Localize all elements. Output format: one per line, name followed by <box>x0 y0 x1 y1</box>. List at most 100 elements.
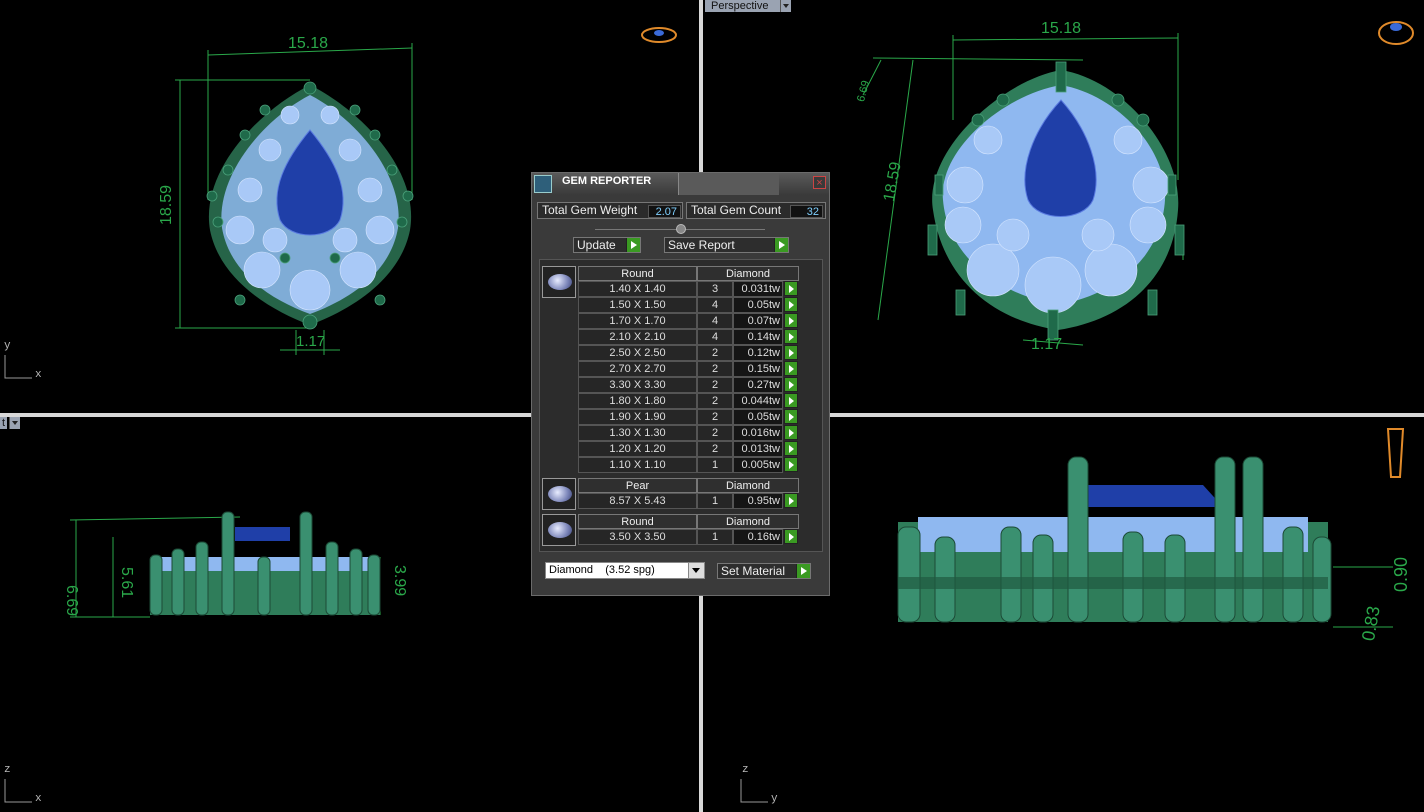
axis-label-x: x <box>35 369 42 381</box>
select-gems-play-icon[interactable] <box>784 329 798 344</box>
play-icon <box>796 564 810 578</box>
play-icon <box>626 238 640 252</box>
gem-reporter-title-bar[interactable]: GEM REPORTER × <box>532 173 829 195</box>
gem-material-header: Diamond <box>697 266 799 281</box>
gem-weight-cell: 0.12tw <box>733 345 783 361</box>
select-gems-play-icon[interactable] <box>784 361 798 376</box>
gem-count-cell: 2 <box>697 409 733 425</box>
play-icon <box>774 238 788 252</box>
gem-size-cell: 1.90 X 1.90 <box>578 409 697 425</box>
gem-size-cell: 1.80 X 1.80 <box>578 393 697 409</box>
dimension-small: 1.17 <box>1031 336 1063 353</box>
select-gems-play-icon[interactable] <box>784 425 798 440</box>
gem-weight-cell: 0.95tw <box>733 493 783 509</box>
gem-size-cell: 3.50 X 3.50 <box>578 529 697 545</box>
axis-label-z: z <box>742 764 749 776</box>
gem-size-cell: 1.10 X 1.10 <box>578 457 697 473</box>
select-gems-play-icon[interactable] <box>784 281 798 296</box>
select-gems-play-icon[interactable] <box>784 313 798 328</box>
set-material-button-label: Set Material <box>721 564 786 578</box>
gem-reporter-app-icon <box>534 175 552 193</box>
gem-size-cell: 1.40 X 1.40 <box>578 281 697 297</box>
gem-weight-cell: 0.16tw <box>733 529 783 545</box>
gem-size-cell: 1.50 X 1.50 <box>578 297 697 313</box>
gem-weight-cell: 0.15tw <box>733 361 783 377</box>
gem-count-cell: 2 <box>697 361 733 377</box>
gem-weight-cell: 0.016tw <box>733 425 783 441</box>
gem-count-cell: 4 <box>697 329 733 345</box>
gem-size-cell: 2.10 X 2.10 <box>578 329 697 345</box>
gem-weight-cell: 0.005tw <box>733 457 783 473</box>
total-gem-weight-value: 2.07 <box>648 205 681 218</box>
select-gems-play-icon[interactable] <box>784 393 798 408</box>
gem-weight-cell: 0.27tw <box>733 377 783 393</box>
gem-count-cell: 4 <box>697 313 733 329</box>
gem-reporter-panel: GEM REPORTER × Total Gem Weight 2.07 Tot… <box>531 172 830 596</box>
gem-shape-icon[interactable] <box>542 478 576 510</box>
gem-count-cell: 1 <box>697 529 733 545</box>
update-button-label: Update <box>577 238 616 252</box>
select-gems-play-icon[interactable] <box>784 377 798 392</box>
gem-count-cell: 1 <box>697 457 733 473</box>
gem-size-cell: 8.57 X 5.43 <box>578 493 697 509</box>
select-gems-play-icon[interactable] <box>784 493 798 508</box>
gem-shape-icon[interactable] <box>542 514 576 546</box>
gem-size-cell: 2.50 X 2.50 <box>578 345 697 361</box>
dimension-height: 18.59 <box>158 184 175 225</box>
close-icon[interactable]: × <box>813 176 826 189</box>
gem-size-cell: 2.70 X 2.70 <box>578 361 697 377</box>
chevron-down-icon[interactable] <box>688 563 704 578</box>
save-report-button[interactable]: Save Report <box>664 237 789 253</box>
gem-list[interactable]: Round Diamond 1.40 X 1.40 3 0.031tw 1.50 X 1.… <box>539 259 823 552</box>
material-select[interactable]: Diamond (3.52 spg) <box>545 562 705 579</box>
select-gems-play-icon[interactable] <box>784 457 798 472</box>
total-gem-count-label: Total Gem Count <box>691 203 782 217</box>
gem-size-cell: 1.20 X 1.20 <box>578 441 697 457</box>
dimension-gallery-height: 5.61 <box>118 567 135 599</box>
gem-count-cell: 3 <box>697 281 733 297</box>
dimension-width: 15.18 <box>1041 20 1082 37</box>
dimension-width: 15.18 <box>288 35 329 52</box>
dimension-top: 0.90 <box>1391 556 1411 592</box>
select-gems-play-icon[interactable] <box>784 441 798 456</box>
gem-size-cell: 3.30 X 3.30 <box>578 377 697 393</box>
gem-count-cell: 2 <box>697 393 733 409</box>
gem-weight-cell: 0.05tw <box>733 297 783 313</box>
select-gems-play-icon[interactable] <box>784 409 798 424</box>
total-gem-count: Total Gem Count 32 <box>686 202 826 219</box>
gem-weight-cell: 0.031tw <box>733 281 783 297</box>
gem-count-cell: 4 <box>697 297 733 313</box>
axis-label-y: y <box>4 340 11 352</box>
gem-shape-header: Round <box>578 266 697 281</box>
gem-count-cell: 1 <box>697 493 733 509</box>
save-report-button-label: Save Report <box>668 238 735 252</box>
material-select-value: Diamond (3.52 spg) <box>549 564 655 576</box>
total-gem-weight: Total Gem Weight 2.07 <box>537 202 683 219</box>
gem-weight-cell: 0.013tw <box>733 441 783 457</box>
collapse-handle[interactable] <box>676 224 686 234</box>
axis-label-z: z <box>4 764 11 776</box>
update-button[interactable]: Update <box>573 237 641 253</box>
total-gem-count-value: 32 <box>790 205 823 218</box>
gem-shape-header: Round <box>578 514 697 529</box>
gem-shape-icon[interactable] <box>542 266 576 298</box>
axis-label-x: x <box>35 793 42 805</box>
gem-material-header: Diamond <box>697 478 799 493</box>
gem-weight-cell: 0.044tw <box>733 393 783 409</box>
gem-material-header: Diamond <box>697 514 799 529</box>
dimension-side-height: 3.99 <box>391 565 408 597</box>
select-gems-play-icon[interactable] <box>784 345 798 360</box>
gem-weight-cell: 0.05tw <box>733 409 783 425</box>
gem-shape-header: Pear <box>578 478 697 493</box>
gem-size-cell: 1.30 X 1.30 <box>578 425 697 441</box>
set-material-button[interactable]: Set Material <box>717 563 811 579</box>
gem-weight-cell: 0.14tw <box>733 329 783 345</box>
dimension-overall-height: 6.69 <box>63 585 80 617</box>
gem-count-cell: 2 <box>697 425 733 441</box>
select-gems-play-icon[interactable] <box>784 297 798 312</box>
gem-count-cell: 2 <box>697 441 733 457</box>
title-bar-strip <box>678 173 779 195</box>
axis-label-y: y <box>771 793 778 805</box>
gem-count-cell: 2 <box>697 377 733 393</box>
select-gems-play-icon[interactable] <box>784 529 798 544</box>
